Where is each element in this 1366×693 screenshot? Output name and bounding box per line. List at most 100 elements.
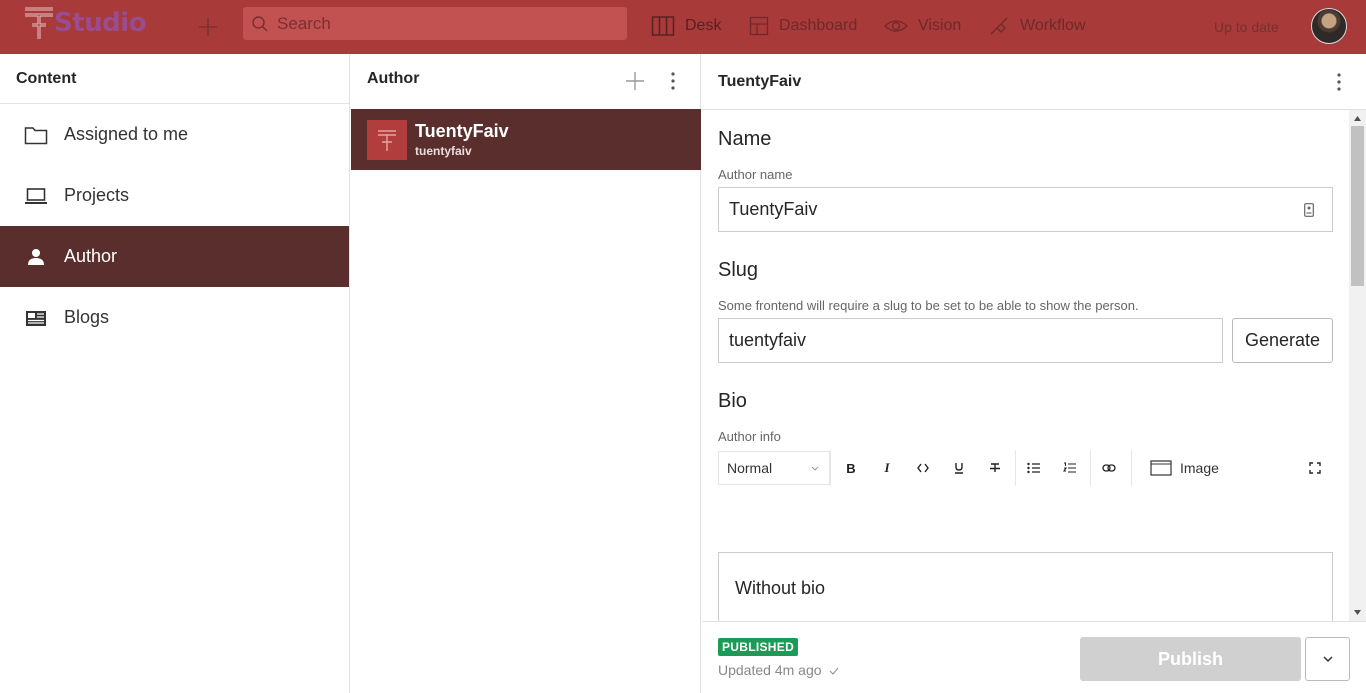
- studio-logo[interactable]: Studio: [22, 3, 147, 43]
- editor-pane: TuentyFaiv Name Author name TuentyFaiv S…: [702, 54, 1366, 693]
- content-pane-title: Content: [0, 54, 349, 104]
- bio-editor[interactable]: Without bio: [718, 552, 1333, 621]
- user-avatar[interactable]: [1311, 8, 1347, 44]
- underline-button[interactable]: [941, 450, 977, 486]
- laptop-icon: [24, 184, 48, 208]
- eye-icon: [884, 20, 908, 32]
- document-subtitle: tuentyfaiv: [415, 144, 472, 158]
- link-button[interactable]: [1091, 450, 1127, 486]
- numbered-list-button[interactable]: [1052, 450, 1088, 486]
- create-new-button[interactable]: [196, 15, 220, 39]
- rich-text-toolbar: Normal B I Image: [718, 450, 1333, 486]
- chevron-down-icon: [811, 466, 819, 471]
- tool-workflow[interactable]: Workflow: [988, 14, 1086, 38]
- toolbar-divider: [830, 450, 831, 486]
- updated-text: Updated 4m ago: [718, 662, 822, 678]
- tool-dashboard-label: Dashboard: [779, 17, 858, 34]
- nav-item-label: Blogs: [64, 307, 110, 327]
- search-input[interactable]: [277, 13, 607, 34]
- toolbar-divider: [1131, 450, 1132, 486]
- plus-icon: [199, 18, 217, 36]
- text-style-value: Normal: [727, 460, 773, 476]
- chevron-down-icon: [1322, 656, 1333, 663]
- code-icon: [917, 463, 929, 473]
- more-vertical-icon: [671, 72, 675, 90]
- insert-image-label: Image: [1180, 460, 1219, 476]
- search-bar[interactable]: [243, 7, 627, 40]
- tool-vision-label: Vision: [918, 17, 962, 34]
- generate-slug-button[interactable]: Generate: [1232, 318, 1333, 363]
- publish-menu-button[interactable]: [1305, 637, 1350, 681]
- bullet-list-button[interactable]: [1016, 450, 1052, 486]
- contact-card-icon: [1304, 203, 1314, 217]
- slug-field-label: Slug: [718, 259, 759, 281]
- image-icon: [1150, 460, 1172, 476]
- bullet-list-icon: [1027, 462, 1040, 474]
- scrollbar-thumb[interactable]: [1351, 126, 1364, 286]
- top-bar: Studio Desk Dashboard Vision: [0, 0, 1366, 54]
- published-badge: PUBLISHED: [718, 638, 799, 656]
- scroll-up-icon[interactable]: [1353, 114, 1362, 123]
- logo-mark-icon: [378, 129, 396, 151]
- slug-input[interactable]: tuentyfaiv: [718, 318, 1223, 363]
- name-input[interactable]: TuentyFaiv: [718, 187, 1333, 232]
- nav-item-assigned[interactable]: Assigned to me: [0, 104, 349, 165]
- more-vertical-icon: [1337, 73, 1341, 91]
- author-pane-title: Author: [367, 70, 420, 87]
- author-document-item[interactable]: TuentyFaiv tuentyfaiv: [351, 109, 701, 170]
- editor-title: TuentyFaiv: [702, 54, 1366, 110]
- code-button[interactable]: [905, 450, 941, 486]
- bold-icon: B: [846, 460, 856, 476]
- create-author-button[interactable]: [625, 71, 645, 91]
- text-style-select[interactable]: Normal: [718, 451, 830, 485]
- search-icon: [252, 15, 268, 32]
- underline-icon: [955, 463, 963, 474]
- slug-input-value: tuentyfaiv: [729, 330, 807, 350]
- editor-menu-button[interactable]: [1329, 72, 1349, 92]
- tool-workflow-label: Workflow: [1020, 17, 1086, 34]
- publish-button[interactable]: Publish: [1080, 637, 1301, 681]
- tool-vision[interactable]: Vision: [884, 14, 961, 38]
- link-icon: [1102, 464, 1116, 472]
- strikethrough-button[interactable]: [977, 450, 1013, 486]
- folder-icon: [24, 123, 48, 147]
- document-footer: PUBLISHED Updated 4m ago Publish: [702, 621, 1366, 693]
- scroll-down-icon[interactable]: [1353, 608, 1362, 617]
- checkmark-icon: [829, 667, 839, 675]
- person-icon: [24, 245, 48, 269]
- bold-button[interactable]: B: [833, 450, 869, 486]
- tool-desk-label: Desk: [685, 17, 722, 34]
- name-field-label: Name: [718, 128, 772, 150]
- fullscreen-button[interactable]: [1297, 450, 1333, 486]
- nav-item-blogs[interactable]: Blogs: [0, 287, 349, 348]
- nav-item-author[interactable]: Author: [0, 226, 349, 287]
- desk-icon: [651, 16, 675, 36]
- name-field-description: Author name: [718, 167, 793, 182]
- nav-item-projects[interactable]: Projects: [0, 165, 349, 226]
- italic-icon: I: [884, 460, 890, 475]
- sync-status: Up to date: [1214, 19, 1279, 35]
- bio-content: Without bio: [735, 578, 826, 598]
- bio-field-label: Bio: [718, 390, 747, 412]
- nav-item-label: Projects: [64, 185, 130, 205]
- strikethrough-icon: [990, 463, 1000, 472]
- numbered-list-icon: [1063, 462, 1076, 473]
- nav-item-label: Assigned to me: [64, 124, 189, 144]
- plus-icon: [626, 72, 644, 90]
- author-thumbnail: [367, 119, 407, 160]
- content-pane: Content Assigned to me Projects Author B…: [0, 54, 350, 693]
- updated-status: Updated 4m ago: [718, 662, 839, 678]
- editor-scrollbar[interactable]: [1349, 110, 1366, 621]
- author-pane: Author TuentyFaiv tuentyfaiv: [351, 54, 701, 693]
- nav-item-label: Author: [64, 246, 118, 266]
- document-title: TuentyFaiv: [415, 121, 509, 141]
- insert-image-button[interactable]: Image: [1150, 460, 1219, 476]
- workflow-icon: [990, 17, 1008, 35]
- tool-dashboard[interactable]: Dashboard: [749, 14, 857, 38]
- italic-button[interactable]: I: [869, 450, 905, 486]
- name-input-value: TuentyFaiv: [729, 199, 818, 219]
- logo-mark-icon: [22, 5, 56, 41]
- tool-desk[interactable]: Desk: [651, 14, 721, 38]
- author-pane-menu-button[interactable]: [663, 71, 683, 91]
- bio-field-description: Author info: [718, 429, 781, 444]
